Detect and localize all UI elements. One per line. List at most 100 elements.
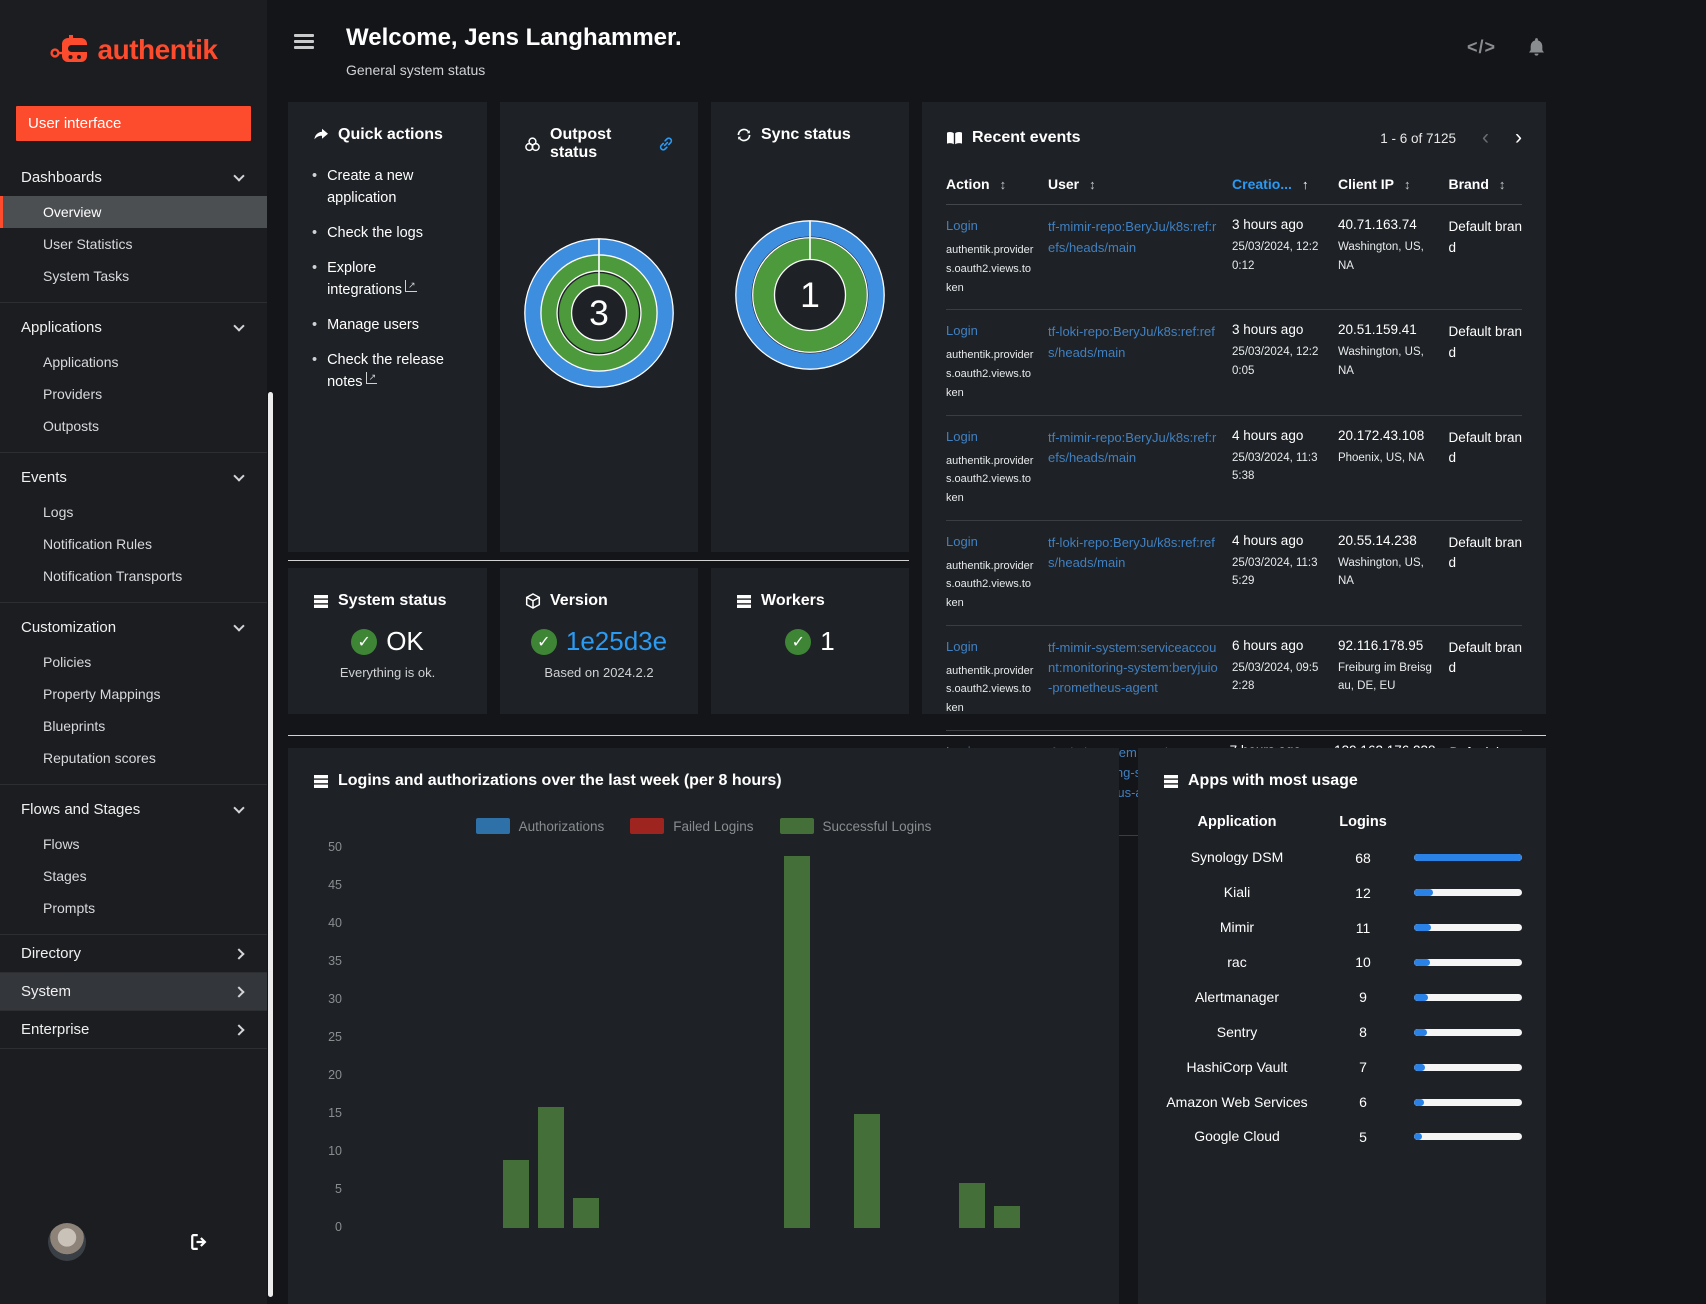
sidebar-item-overview[interactable]: Overview	[0, 196, 267, 228]
event-created-absolute: 25/03/2024, 09:52:28	[1232, 661, 1319, 693]
chart-bar	[502, 1159, 529, 1229]
sidebar-item-flows[interactable]: Flows	[0, 828, 267, 860]
server-icon	[312, 593, 329, 610]
user-interface-button[interactable]: User interface	[16, 106, 251, 141]
chart-legend: Authorizations Failed Logins Successful Lo…	[312, 818, 1095, 835]
pagination-next-icon[interactable]: ›	[1515, 126, 1522, 150]
sidebar-group: Applications Applications Providers Outpost…	[0, 302, 267, 452]
logout-icon[interactable]	[189, 1232, 209, 1252]
sort-icon[interactable]: ↕	[1089, 177, 1096, 192]
outpost-status-donut: 3	[524, 238, 674, 389]
sidebar-item-applications[interactable]: Applications	[0, 346, 267, 378]
event-action-link[interactable]: Login	[946, 218, 978, 233]
events-column-header[interactable]: Brand ↕	[1448, 176, 1522, 192]
event-context: authentik.providers.oauth2.views.token	[946, 244, 1034, 294]
event-user-link[interactable]: tf-mimir-repo:BeryJu/k8s:ref:refs/heads/…	[1048, 428, 1218, 508]
chevron-right-icon	[233, 1023, 245, 1036]
sidebar-groups: Dashboards Overview User Statistics System …	[0, 153, 267, 934]
events-pagination-top: 1 - 6 of 7125 ‹ ›	[1380, 126, 1522, 150]
event-user-link[interactable]: tf-loki-repo:BeryJu/k8s:ref:refs/heads/m…	[1048, 322, 1218, 402]
sidebar-item-system[interactable]: System	[0, 972, 267, 1010]
app-usage-bar	[1414, 1028, 1522, 1036]
sidebar-item-prompts[interactable]: Prompts	[0, 892, 267, 924]
pagination-range: 1 - 6 of 7125	[1380, 130, 1456, 146]
quick-action-link[interactable]: Manage users	[327, 315, 419, 337]
sidebar-item-stages[interactable]: Stages	[0, 860, 267, 892]
event-client-ip: 20.55.14.238	[1337, 532, 1417, 548]
event-ip-cell: 20.55.14.238 Washington, US, NA	[1338, 533, 1435, 613]
sidebar-item-logs[interactable]: Logs	[0, 496, 267, 528]
quick-action-link[interactable]: Check the logs	[327, 223, 423, 245]
quick-action-link[interactable]: Explore integrations ↗	[327, 258, 462, 302]
main-area: Welcome, Jens Langhammer. General system…	[267, 0, 1706, 1304]
sidebar-item-blueprints[interactable]: Blueprints	[0, 710, 267, 742]
app-login-count: 11	[1355, 919, 1371, 936]
event-created-absolute: 25/03/2024, 12:20:12	[1232, 241, 1319, 272]
event-action-link[interactable]: Login	[946, 534, 978, 549]
notifications-bell-icon[interactable]	[1526, 36, 1546, 58]
event-created-cell: 4 hours ago 25/03/2024, 11:35:38	[1232, 428, 1324, 508]
sort-icon[interactable]: ↕	[1499, 177, 1506, 192]
sidebar-group-header-dashboards[interactable]: Dashboards	[0, 159, 267, 196]
sidebar-item-enterprise[interactable]: Enterprise	[0, 1010, 267, 1049]
sidebar-item-user-statistics[interactable]: User Statistics	[0, 228, 267, 260]
link-icon[interactable]	[658, 136, 674, 153]
events-column-header[interactable]: Client IP ↕	[1338, 176, 1435, 192]
sidebar-item-policies[interactable]: Policies	[0, 646, 267, 678]
sidebar-item-directory[interactable]: Directory	[0, 934, 267, 972]
event-created-relative: 4 hours ago	[1232, 532, 1304, 548]
y-axis-tick: 10	[328, 1144, 342, 1159]
sidebar-group-header-events[interactable]: Events	[0, 459, 267, 496]
y-axis-tick: 5	[335, 1182, 342, 1197]
pagination-prev-icon[interactable]: ‹	[1482, 126, 1489, 150]
hamburger-menu-icon[interactable]	[294, 34, 314, 52]
event-user-link[interactable]: tf-loki-repo:BeryJu/k8s:ref:refs/heads/m…	[1048, 533, 1218, 613]
quick-action-link[interactable]: Check the release notes ↗	[327, 350, 462, 394]
apps-usage-table: Application Logins Synology DSM 68 Kiali 12 Mi…	[1162, 814, 1522, 1154]
logins-chart-plot: 50 45 40 35 30 25 20 15 10 5 0	[312, 840, 1095, 1268]
sync-status-title: Sync status	[761, 126, 851, 144]
sidebar-item-property-mappings[interactable]: Property Mappings	[0, 678, 267, 710]
sidebar-item-notification-transports[interactable]: Notification Transports	[0, 560, 267, 592]
app-name: Kiali	[1223, 884, 1251, 901]
sidebar-group-header-applications[interactable]: Applications	[0, 309, 267, 346]
events-column-header[interactable]: Action ↕	[946, 176, 1034, 192]
event-action-link[interactable]: Login	[946, 429, 978, 444]
event-ip-cell: 40.71.163.74 Washington, US, NA	[1338, 217, 1435, 297]
events-column-header[interactable]: User ↕	[1048, 176, 1218, 192]
event-action-link[interactable]: Login	[946, 323, 978, 338]
page-title: Welcome, Jens Langhammer.	[346, 24, 682, 51]
sidebar-group-header-customization[interactable]: Customization	[0, 609, 267, 646]
events-column-header[interactable]: Creatio... ↑	[1232, 176, 1324, 192]
sidebar-item-notification-rules[interactable]: Notification Rules	[0, 528, 267, 560]
event-context: authentik.providers.oauth2.views.token	[946, 664, 1034, 714]
sort-icon[interactable]: ↕	[1000, 177, 1007, 192]
scrollbar-thumb[interactable]	[268, 392, 273, 1297]
event-geo: Freiburg im Breisgau, DE, EU	[1337, 661, 1432, 693]
sort-icon[interactable]: ↕	[1404, 177, 1411, 192]
event-created-cell: 6 hours ago 25/03/2024, 09:52:28	[1232, 638, 1324, 718]
app-name: Alertmanager	[1194, 988, 1280, 1005]
event-user-link[interactable]: tf-mimir-system:serviceaccount:monitorin…	[1048, 638, 1218, 718]
sidebar-item-system-tasks[interactable]: System Tasks	[0, 260, 267, 292]
sidebar-item-reputation-scores[interactable]: Reputation scores	[0, 742, 267, 774]
authentik-logo[interactable]: authentik	[0, 0, 267, 100]
avatar[interactable]	[48, 1222, 86, 1261]
sidebar-item-providers[interactable]: Providers	[0, 378, 267, 410]
version-value-link[interactable]: 1e25d3e	[566, 626, 667, 657]
event-user-link[interactable]: tf-mimir-repo:BeryJu/k8s:ref:refs/heads/…	[1048, 217, 1218, 297]
event-action-link[interactable]: Login	[946, 639, 978, 654]
sync-status-card: Sync status 1	[711, 102, 909, 553]
sidebar-item-outposts[interactable]: Outposts	[0, 410, 267, 442]
api-code-icon[interactable]: </>	[1467, 37, 1496, 58]
sync-status-donut: 1	[735, 220, 885, 371]
sort-icon[interactable]: ↑	[1302, 177, 1309, 192]
chevron-right-icon	[233, 985, 245, 998]
quick-action-link[interactable]: Create a new application	[327, 166, 462, 210]
sidebar-group-label: Events	[21, 469, 67, 486]
app-name: Amazon Web Services	[1166, 1093, 1308, 1110]
sidebar-group-header-flows-and-stages[interactable]: Flows and Stages	[0, 791, 267, 828]
event-geo: Washington, US, NA	[1337, 241, 1424, 272]
check-circle-icon: ✓	[351, 628, 378, 655]
server-icon	[312, 773, 329, 790]
